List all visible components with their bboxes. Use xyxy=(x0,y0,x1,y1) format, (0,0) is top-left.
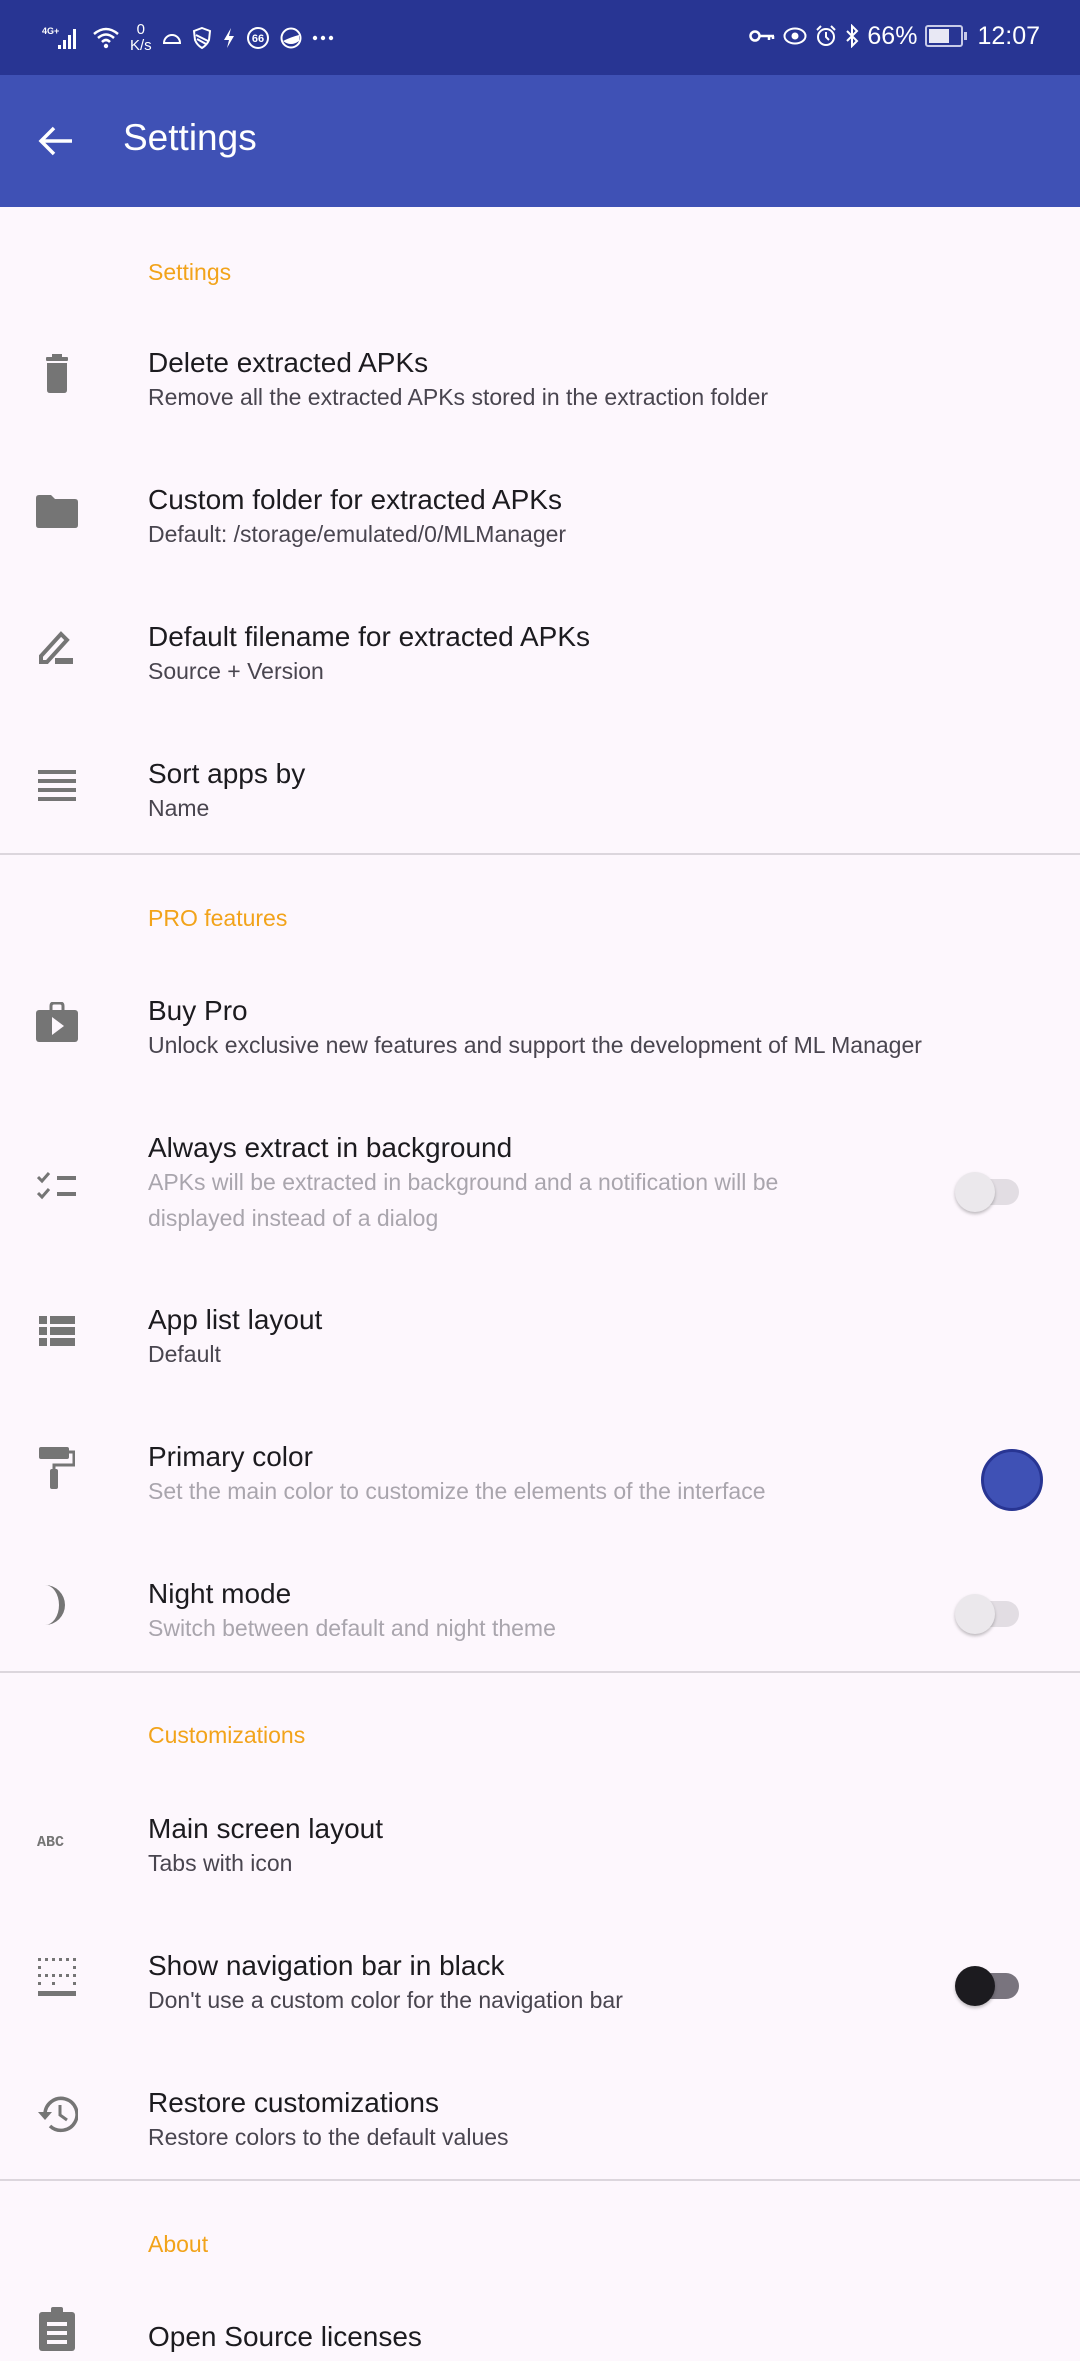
pref-title: Main screen layout xyxy=(148,1813,384,1844)
pref-summary: Switch between default and night theme xyxy=(148,1615,556,1641)
section-header-pro-features: PRO features xyxy=(148,905,288,931)
pref-restore-customizations[interactable]: Restore customizations Restore colors to… xyxy=(0,2065,1080,2195)
pref-summary: APKs will be extracted in background and… xyxy=(148,1169,779,1231)
paint-roller-icon xyxy=(30,1441,84,1495)
delete-icon xyxy=(30,347,84,401)
pref-night-mode[interactable]: Night mode Switch between default and ni… xyxy=(0,1556,1080,1686)
net-speed: 0 K/s xyxy=(130,22,152,54)
pref-buy-pro[interactable]: Buy Pro Unlock exclusive new features an… xyxy=(0,973,1080,1103)
pref-title: Delete extracted APKs xyxy=(148,347,429,378)
cloud-icon xyxy=(162,31,182,45)
signal-icon: 4G+ xyxy=(42,25,82,51)
pref-title: Custom folder for extracted APKs xyxy=(148,484,562,515)
pref-open-source-licenses[interactable]: Open Source licenses xyxy=(0,2299,1080,2359)
nav-bar-black-switch[interactable] xyxy=(955,1964,1025,2008)
pref-summary: Default: /storage/emulated/0/MLManager xyxy=(148,521,567,547)
checklist-icon xyxy=(30,1160,84,1214)
view-list-icon xyxy=(30,1304,84,1358)
wifi-icon xyxy=(92,26,120,50)
app-bar: Settings xyxy=(0,75,1080,207)
status-bar-right: 66% 12:07 xyxy=(749,14,1040,58)
pref-title: Always extract in background xyxy=(148,1132,513,1163)
moon-icon xyxy=(30,1578,84,1632)
net-speed-value: 0 xyxy=(136,21,146,38)
section-header-about: About xyxy=(148,2231,209,2257)
net-speed-unit: K/s xyxy=(130,37,152,54)
switch-thumb xyxy=(955,1172,995,1212)
section-divider xyxy=(0,853,1080,855)
section-header-settings: Settings xyxy=(148,259,232,285)
more-icon xyxy=(312,35,334,41)
status-bar-left: 4G+ 0 K/s 66 xyxy=(42,16,334,60)
alarm-icon xyxy=(815,25,837,47)
pref-show-nav-bar-black[interactable]: Show navigation bar in black Don't use a… xyxy=(0,1928,1080,2058)
pref-custom-folder[interactable]: Custom folder for extracted APKs Default… xyxy=(0,462,1080,592)
pref-title: Buy Pro xyxy=(148,995,248,1026)
pref-app-list-layout[interactable]: App list layout Default xyxy=(0,1282,1080,1412)
pref-title: Restore customizations xyxy=(148,2087,440,2118)
pref-summary: Name xyxy=(148,795,210,821)
sort-icon xyxy=(30,758,84,812)
battery-percent: 66% xyxy=(867,21,918,50)
clock: 12:07 xyxy=(977,21,1040,50)
pref-primary-color[interactable]: Primary color Set the main color to cust… xyxy=(0,1419,1080,1549)
arrow-back-icon xyxy=(38,126,72,156)
pref-summary: Set the main color to customize the elem… xyxy=(148,1478,766,1504)
svg-text:ABC: ABC xyxy=(37,1834,64,1848)
badge-66-text: 66 xyxy=(252,33,264,45)
pref-main-screen-layout[interactable]: ABC Main screen layout Tabs with icon xyxy=(0,1791,1080,1921)
pref-summary: Unlock exclusive new features and suppor… xyxy=(148,1032,922,1058)
pref-summary: Tabs with icon xyxy=(148,1850,293,1876)
license-icon xyxy=(30,2307,84,2361)
restore-icon xyxy=(30,2087,84,2141)
pref-title: Primary color xyxy=(148,1441,313,1472)
status-bar: 4G+ 0 K/s 66 66% 12:07 xyxy=(0,0,1080,75)
nav-bar-icon xyxy=(30,1950,84,2004)
edit-icon xyxy=(30,621,84,675)
pref-title: Sort apps by xyxy=(148,758,306,789)
pref-title: Default filename for extracted APKs xyxy=(148,621,590,652)
pref-delete-extracted-apks[interactable]: Delete extracted APKs Remove all the ext… xyxy=(0,325,1080,455)
section-divider xyxy=(0,1671,1080,1673)
abc-icon: ABC xyxy=(30,1813,84,1867)
battery-icon xyxy=(925,25,968,47)
pref-summary: Default xyxy=(148,1341,221,1367)
shield-icon xyxy=(192,27,212,49)
primary-color-swatch[interactable] xyxy=(981,1449,1043,1511)
shop-icon xyxy=(30,995,84,1049)
page-title: Settings xyxy=(123,117,257,158)
switch-thumb xyxy=(955,1594,995,1634)
eye-icon xyxy=(783,27,807,45)
pref-title: Night mode xyxy=(148,1578,292,1609)
night-mode-switch[interactable] xyxy=(955,1592,1025,1636)
pref-title: Open Source licenses xyxy=(148,2321,422,2352)
folder-icon xyxy=(30,484,84,538)
back-button[interactable] xyxy=(28,113,84,169)
pref-summary: Don't use a custom color for the navigat… xyxy=(148,1987,623,2013)
section-divider xyxy=(0,2179,1080,2181)
flash-icon xyxy=(222,27,236,49)
app-icon xyxy=(280,27,302,49)
section-header-customizations: Customizations xyxy=(148,1722,306,1748)
pref-title: Show navigation bar in black xyxy=(148,1950,505,1981)
badge-66-icon: 66 xyxy=(246,26,270,50)
switch-thumb xyxy=(955,1966,995,2006)
network-type: 4G+ xyxy=(42,26,59,36)
pref-always-extract-background[interactable]: Always extract in background APKs will b… xyxy=(0,1110,1080,1275)
bluetooth-icon xyxy=(845,24,859,48)
pref-title: App list layout xyxy=(148,1304,323,1335)
pref-summary: Restore colors to the default values xyxy=(148,2124,509,2150)
pref-summary: Remove all the extracted APKs stored in … xyxy=(148,384,769,410)
pref-sort-apps-by[interactable]: Sort apps by Name xyxy=(0,736,1080,866)
always-extract-switch[interactable] xyxy=(955,1170,1025,1214)
pref-summary: Source + Version xyxy=(148,658,324,684)
vpn-key-icon xyxy=(749,29,775,43)
pref-default-filename[interactable]: Default filename for extracted APKs Sour… xyxy=(0,599,1080,729)
